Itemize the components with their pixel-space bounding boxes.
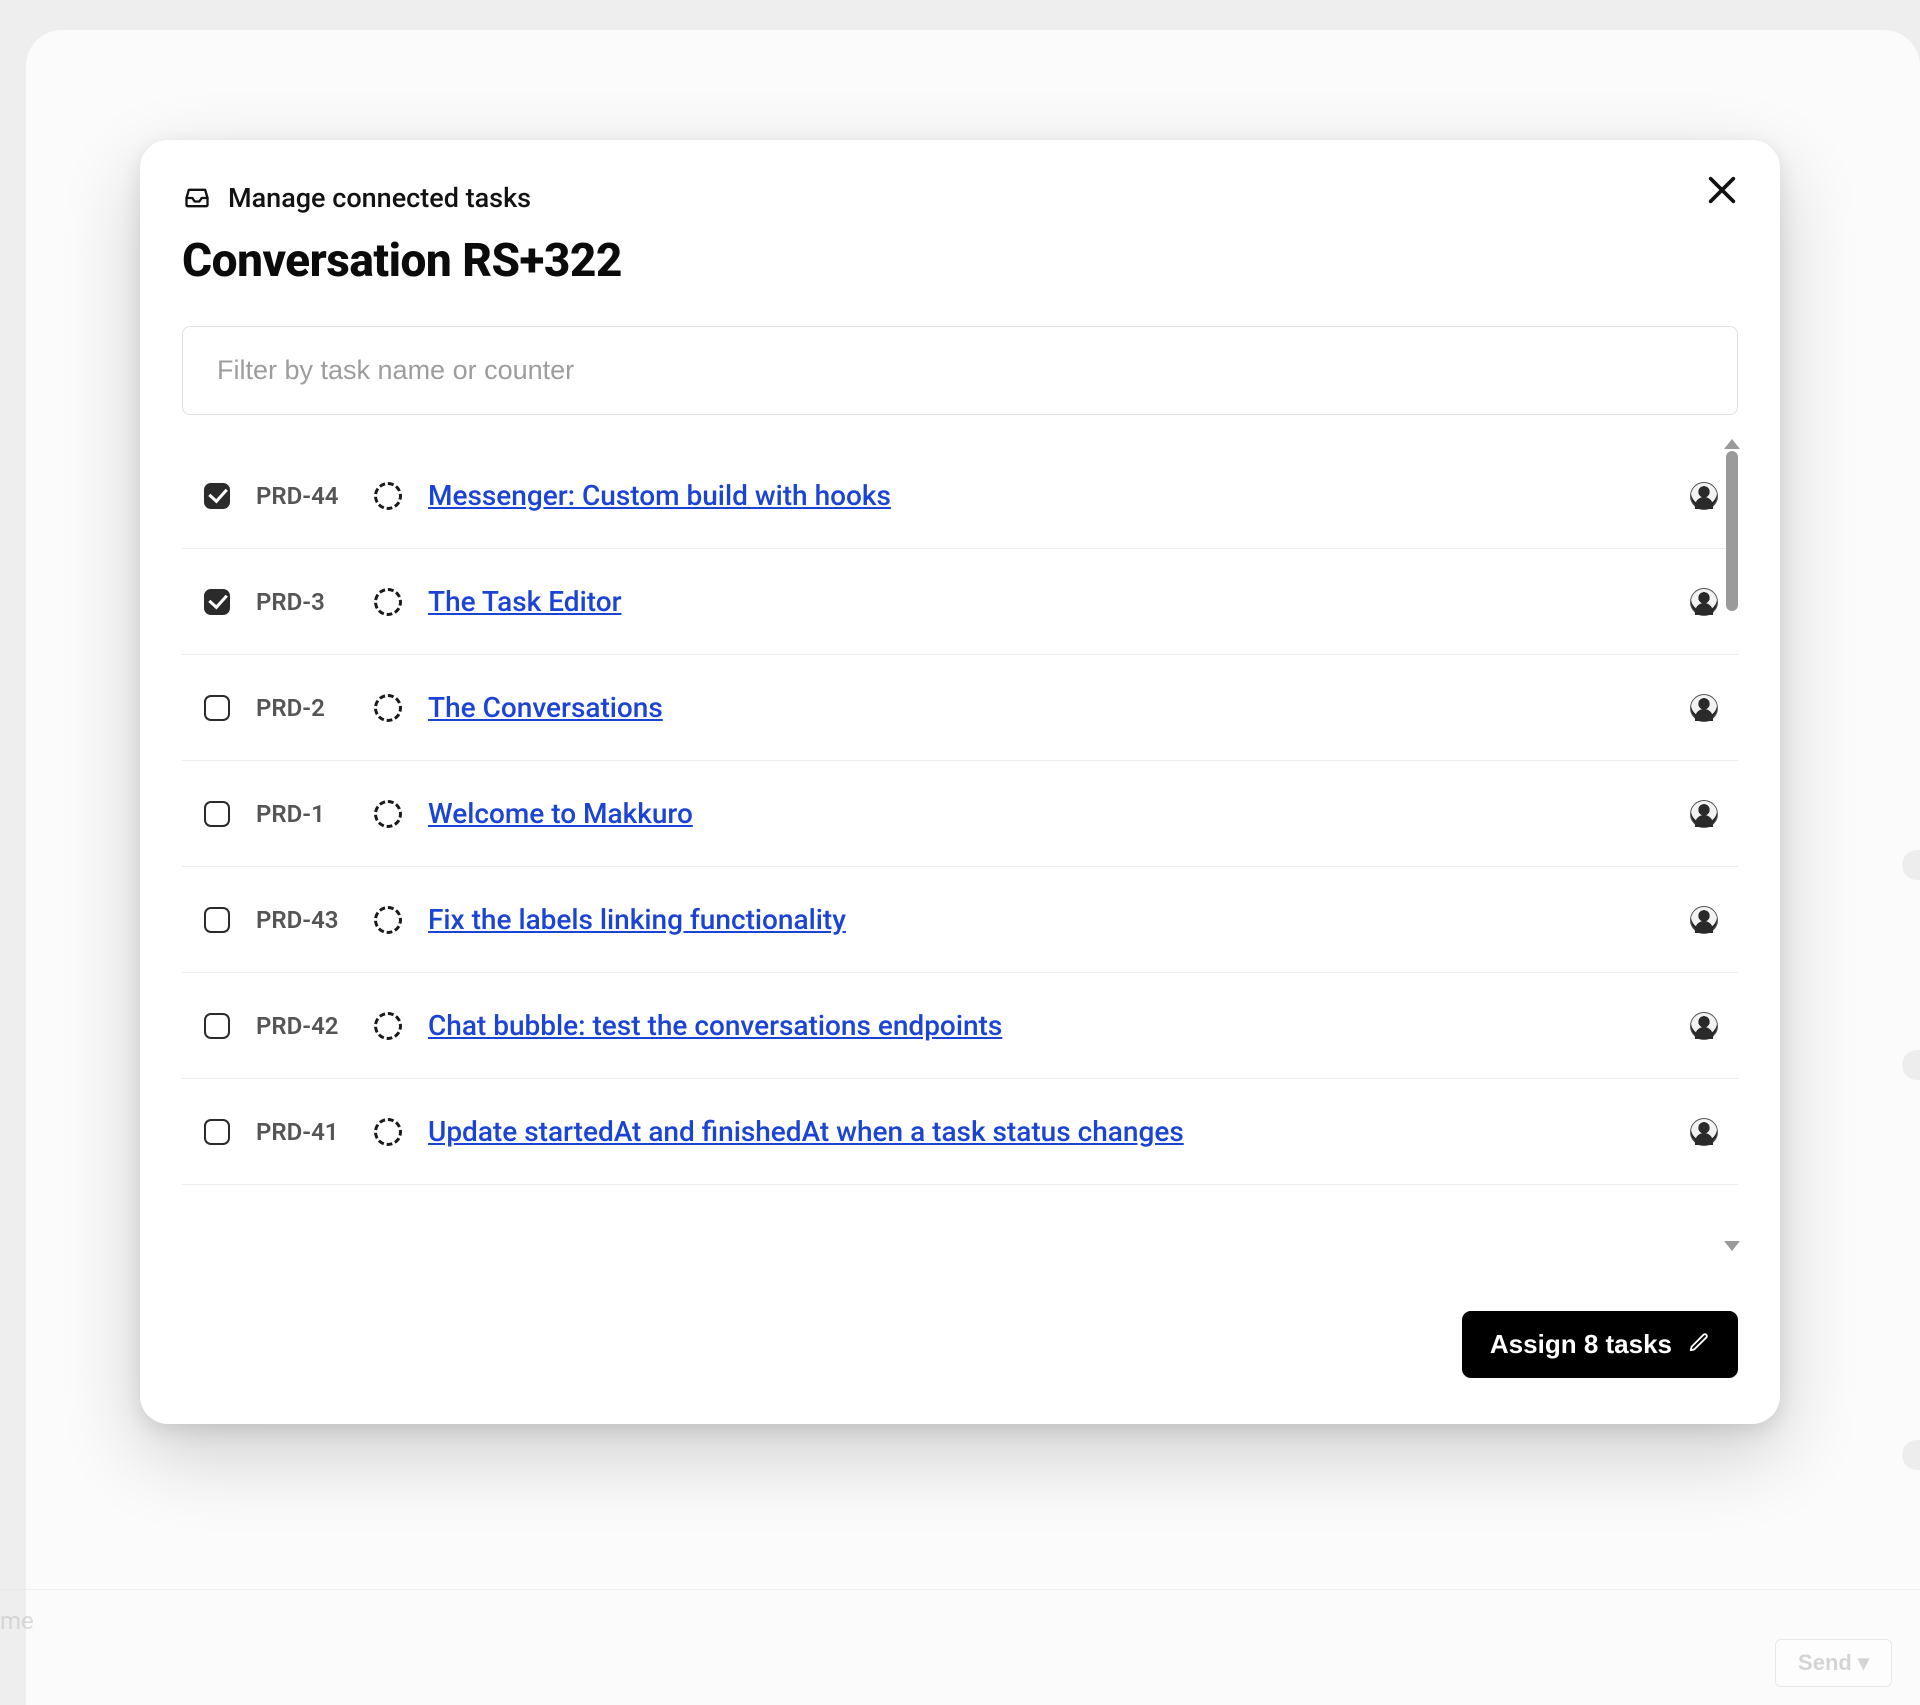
task-checkbox[interactable]	[204, 1119, 230, 1145]
task-row: PRD-44 Messenger: Custom build with hooks	[182, 455, 1738, 549]
modal-title: Conversation RS+322	[182, 234, 1738, 288]
status-icon	[374, 588, 402, 616]
task-row: PRD-1 Welcome to Makkuro	[182, 761, 1738, 867]
task-id: PRD-3	[256, 588, 348, 616]
scroll-thumb[interactable]	[1726, 451, 1738, 611]
status-icon	[374, 482, 402, 510]
task-row: PRD-43 Fix the labels linking functionali…	[182, 867, 1738, 973]
task-checkbox[interactable]	[204, 483, 230, 509]
status-icon	[374, 694, 402, 722]
scrollbar[interactable]	[1724, 439, 1740, 1251]
scroll-down-icon[interactable]	[1724, 1241, 1740, 1251]
task-id: PRD-42	[256, 1012, 348, 1040]
task-row: PRD-2 The Conversations	[182, 655, 1738, 761]
status-icon	[374, 800, 402, 828]
assignee-avatar[interactable]	[1690, 1012, 1718, 1040]
task-title-link[interactable]: Welcome to Makkuro	[428, 797, 693, 830]
assignee-avatar[interactable]	[1690, 800, 1718, 828]
filter-input[interactable]	[183, 327, 1737, 414]
assignee-avatar[interactable]	[1690, 588, 1718, 616]
modal-footer: Assign 8 tasks	[182, 1311, 1738, 1378]
task-title-link[interactable]: Messenger: Custom build with hooks	[428, 479, 891, 512]
task-title-link[interactable]: The Conversations	[428, 691, 663, 724]
assign-button-label: Assign 8 tasks	[1490, 1329, 1672, 1360]
task-title-link[interactable]: Fix the labels linking functionality	[428, 903, 846, 936]
assign-tasks-button[interactable]: Assign 8 tasks	[1462, 1311, 1738, 1378]
modal-overlay: Manage connected tasks Conversation RS+3…	[0, 0, 1920, 1705]
pencil-icon	[1688, 1329, 1710, 1360]
task-row: PRD-41 Update startedAt and finishedAt wh…	[182, 1079, 1738, 1185]
manage-tasks-modal: Manage connected tasks Conversation RS+3…	[140, 140, 1780, 1424]
task-id: PRD-44	[256, 482, 348, 510]
task-id: PRD-1	[256, 800, 348, 828]
scroll-up-icon[interactable]	[1724, 439, 1740, 449]
close-button[interactable]	[1700, 170, 1744, 214]
assignee-avatar[interactable]	[1690, 1118, 1718, 1146]
modal-subtitle: Manage connected tasks	[228, 182, 531, 214]
task-list-container: PRD-44 Messenger: Custom build with hooks…	[182, 435, 1738, 1255]
modal-header: Manage connected tasks	[182, 182, 1738, 214]
close-icon	[1705, 173, 1739, 211]
task-checkbox[interactable]	[204, 589, 230, 615]
task-id: PRD-2	[256, 694, 348, 722]
task-checkbox[interactable]	[204, 801, 230, 827]
task-row: PRD-42 Chat bubble: test the conversation…	[182, 973, 1738, 1079]
task-title-link[interactable]: Update startedAt and finishedAt when a t…	[428, 1115, 1184, 1148]
task-id: PRD-43	[256, 906, 348, 934]
scroll-track[interactable]	[1726, 449, 1738, 1241]
task-checkbox[interactable]	[204, 1013, 230, 1039]
inbox-icon	[182, 183, 212, 213]
status-icon	[374, 906, 402, 934]
task-title-link[interactable]: Chat bubble: test the conversations endp…	[428, 1009, 1002, 1042]
assignee-avatar[interactable]	[1690, 906, 1718, 934]
task-checkbox[interactable]	[204, 907, 230, 933]
task-row: PRD-3 The Task Editor	[182, 549, 1738, 655]
assignee-avatar[interactable]	[1690, 694, 1718, 722]
status-icon	[374, 1012, 402, 1040]
task-list[interactable]: PRD-44 Messenger: Custom build with hooks…	[182, 435, 1738, 1255]
assignee-avatar[interactable]	[1690, 482, 1718, 510]
task-checkbox[interactable]	[204, 695, 230, 721]
status-icon	[374, 1118, 402, 1146]
task-title-link[interactable]: The Task Editor	[428, 585, 622, 618]
filter-field[interactable]	[182, 326, 1738, 415]
task-id: PRD-41	[256, 1118, 348, 1146]
